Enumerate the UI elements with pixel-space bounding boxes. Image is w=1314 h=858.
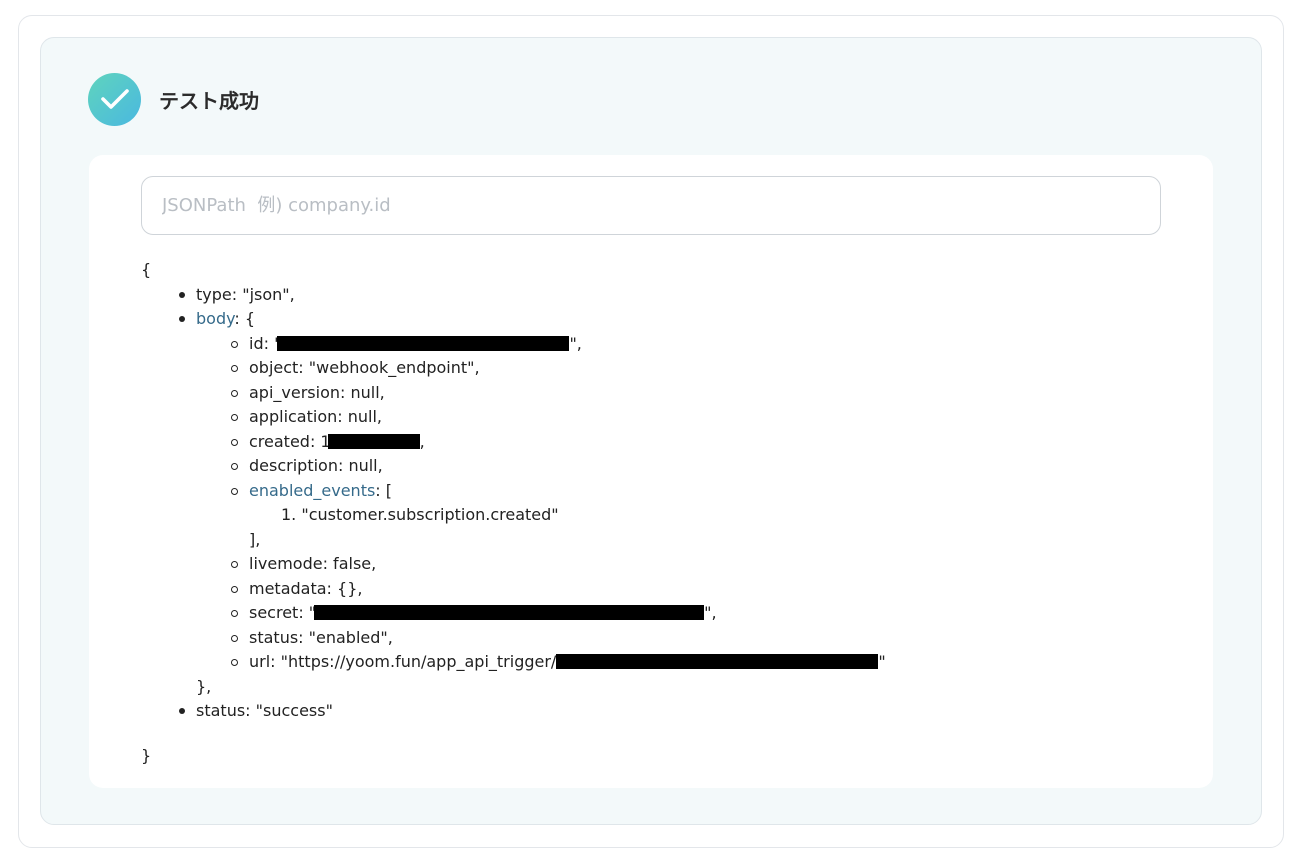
json-status-line: status: "success" — [141, 699, 1201, 724]
json-close-brace: } — [141, 745, 152, 765]
redacted-block — [277, 335, 570, 351]
success-header: テスト成功 — [88, 72, 259, 126]
redacted-block — [327, 433, 420, 449]
body-key-toggle[interactable]: body — [196, 309, 234, 328]
json-api-version-line: api_version: null, — [141, 381, 1201, 406]
json-enabled-events-close: ], — [249, 529, 261, 549]
json-livemode-line: livemode: false, — [141, 552, 1201, 577]
check-badge — [88, 72, 141, 126]
json-id-line: id: " ", — [141, 332, 1201, 357]
check-icon — [100, 89, 129, 109]
success-title: テスト成功 — [159, 88, 259, 113]
json-status-inner-line: status: "enabled", — [141, 626, 1201, 651]
json-metadata-line: metadata: {}, — [141, 577, 1201, 602]
redacted-block — [556, 654, 879, 669]
json-type-line: type: "json", — [141, 283, 1201, 308]
json-url-line: url: "https://yoom.fun/app_api_trigger/" — [141, 650, 1201, 675]
json-body-close: }, — [196, 676, 212, 696]
json-body-line: body: { — [141, 307, 1201, 332]
jsonpath-input[interactable] — [141, 176, 1161, 235]
json-object-line: object: "webhook_endpoint", — [141, 356, 1201, 381]
json-tree: { type: "json", body: { id: " ", object: … — [141, 258, 1201, 768]
json-enabled-events-line: enabled_events: [ — [141, 479, 1201, 504]
json-open-brace: { — [141, 260, 152, 279]
json-created-line: created: 1, — [141, 430, 1201, 455]
redacted-block — [314, 605, 705, 620]
json-event-item: 1. "customer.subscription.created" — [281, 505, 559, 524]
json-description-line: description: null, — [141, 454, 1201, 479]
enabled-events-key-toggle[interactable]: enabled_events — [249, 481, 375, 500]
json-application-line: application: null, — [141, 405, 1201, 430]
json-secret-line: secret: " ", — [141, 601, 1201, 626]
